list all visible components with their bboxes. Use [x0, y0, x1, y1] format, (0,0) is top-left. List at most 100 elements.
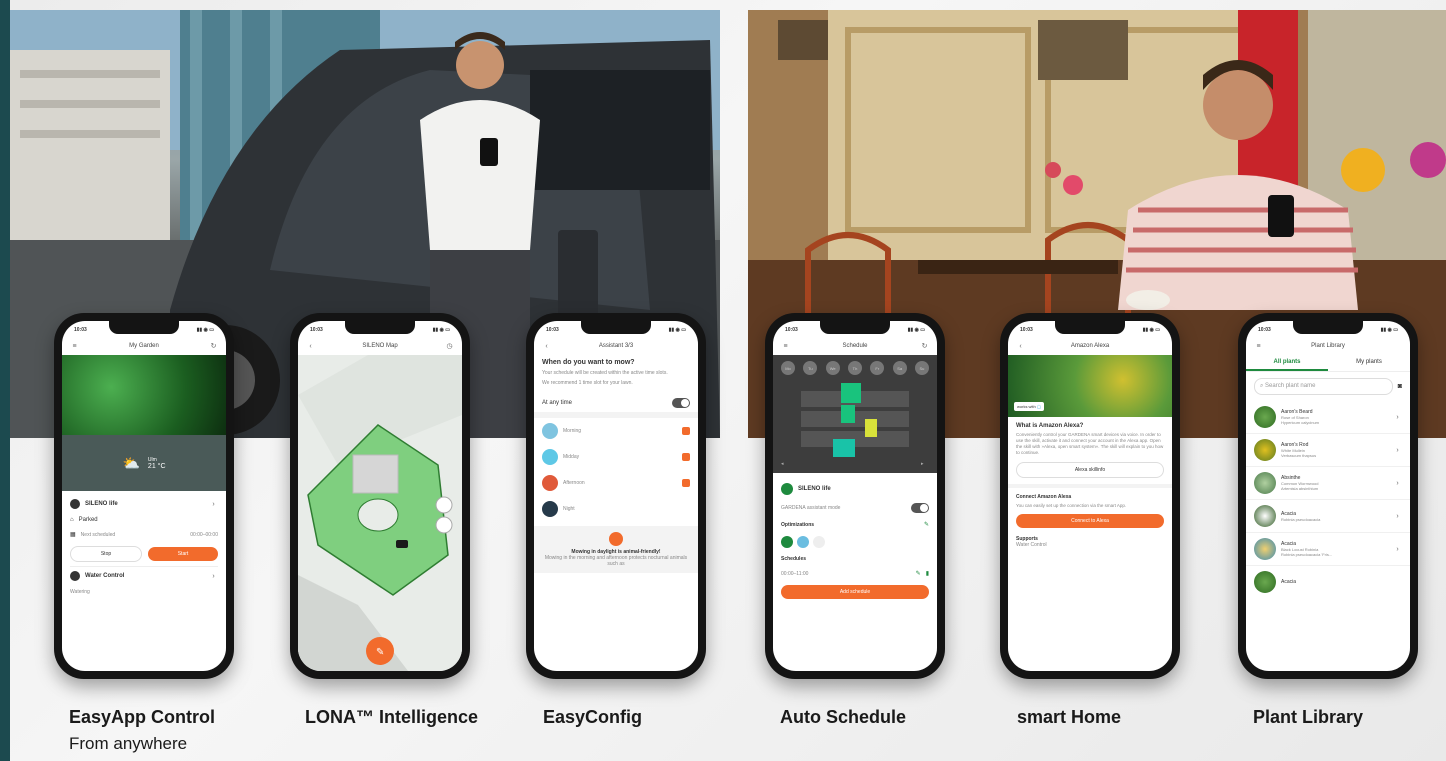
edit-icon[interactable]: ✎	[924, 521, 929, 528]
list-item[interactable]: Aaron's Beard Rose of Sharon Hypericum cal…	[1246, 401, 1410, 434]
plant-thumbnail	[1254, 439, 1276, 461]
weather-temp: 21 °C	[147, 462, 166, 470]
slot-label: Afternoon	[563, 480, 585, 486]
day-chip[interactable]: Sa	[892, 361, 907, 375]
back-icon[interactable]: ‹	[542, 343, 551, 350]
info-text-2: We recommend 1 time slot for your lawn.	[542, 380, 633, 386]
connect-text: You can easily set up the connection via…	[1016, 503, 1127, 509]
slot-midday[interactable]: Midday	[534, 444, 698, 470]
signal-icon: ▮▮ ◉ ▭	[1380, 327, 1398, 333]
screen-title: Assistant 3/3	[598, 343, 634, 349]
sunset-icon	[542, 475, 558, 491]
sunrise-icon	[542, 423, 558, 439]
list-item[interactable]: Acacia Robinia pseudoacacia ›	[1246, 500, 1410, 533]
delete-icon[interactable]: ▮	[926, 570, 929, 577]
chevron-right-icon: ›	[1396, 545, 1399, 553]
connect-alexa-button[interactable]: Connect to Alexa	[1016, 514, 1164, 529]
camera-icon[interactable]: ◙	[1398, 383, 1402, 390]
back-icon[interactable]: ‹	[1016, 343, 1025, 350]
menu-icon[interactable]: ≡	[70, 343, 79, 350]
stop-button[interactable]: Stop	[70, 546, 142, 562]
day-chip[interactable]: Tu	[803, 361, 818, 375]
day-chip[interactable]: We	[825, 361, 840, 375]
slot-afternoon[interactable]: Afternoon	[534, 470, 698, 496]
plant-thumbnail	[1254, 538, 1276, 560]
watering-label: Watering	[70, 589, 90, 595]
caption-auto-schedule: Auto Schedule	[780, 707, 907, 727]
chevron-right-icon: ›	[1396, 413, 1399, 421]
plant-sub1: Robinia pseudoacacia	[1281, 516, 1321, 522]
status-time: 10:03	[1258, 327, 1271, 333]
lawn-map[interactable]: ✎	[298, 355, 462, 671]
day-chip[interactable]: Mo	[781, 361, 795, 375]
add-schedule-button[interactable]: Add schedule	[781, 585, 929, 599]
phone-sileno-map: 10:03 ▮▮ ◉ ▭ ‹ SILENO Map ◷ ✎	[290, 313, 470, 679]
mower-icon	[70, 499, 80, 509]
caption-plant-library: Plant Library	[1253, 707, 1364, 727]
tab-all-plants[interactable]: All plants	[1246, 355, 1328, 371]
edit-icon[interactable]: ✎	[916, 570, 921, 577]
phone-plant-library: 10:03 ▮▮ ◉ ▭ ≡ Plant Library All plants M…	[1238, 313, 1418, 679]
refresh-icon[interactable]: ↻	[209, 342, 218, 350]
device-name: SILENO life	[798, 486, 831, 492]
plant-thumbnail	[1254, 505, 1276, 527]
menu-icon[interactable]: ≡	[1254, 343, 1263, 350]
day-chip[interactable]: Th	[847, 361, 862, 375]
plant-thumbnail	[1254, 406, 1276, 428]
start-button[interactable]: Start	[148, 547, 218, 561]
notch	[1293, 321, 1363, 334]
caption-lona-intelligence: LONA™ Intelligence	[305, 707, 479, 727]
checkbox[interactable]	[682, 427, 690, 435]
alexa-text: Conveniently control your GARDENA smart …	[1016, 432, 1164, 456]
status-time: 10:03	[74, 327, 87, 333]
anytime-toggle[interactable]	[672, 398, 690, 408]
device-row[interactable]: SILENO life ›	[62, 495, 226, 513]
plant-search-input[interactable]: ⌕ Search plant name	[1254, 378, 1393, 395]
day-chip[interactable]: Su	[914, 361, 929, 375]
search-placeholder: Search plant name	[1265, 383, 1316, 389]
screen-amazon-alexa: 10:03 ▮▮ ◉ ▭ ‹ Amazon Alexa works with ◯ …	[1008, 321, 1172, 671]
tip-text: Mowing in the morning and afternoon prot…	[544, 555, 688, 567]
plant-sub2: Hypericum calycinum	[1281, 420, 1320, 425]
slot-label: Night	[563, 506, 575, 512]
schedules-heading: Schedules	[781, 556, 807, 562]
tab-my-plants[interactable]: My plants	[1328, 355, 1410, 371]
clock-icon[interactable]: ◷	[445, 342, 454, 350]
screen-title: SILENO Map	[362, 343, 398, 349]
checkbox[interactable]	[682, 479, 690, 487]
garden-leaf-image	[62, 355, 226, 435]
side-stripe	[0, 0, 10, 761]
menu-icon[interactable]: ≡	[781, 343, 790, 350]
list-item[interactable]: Absinthe Common Wormwood Artemisia absinth…	[1246, 467, 1410, 500]
phone-assistant: 10:03 ▮▮ ◉ ▭ ‹ Assistant 3/3 When do you …	[526, 313, 706, 679]
refresh-icon[interactable]: ↻	[920, 342, 929, 350]
skill-info-button[interactable]: Alexa skillinfo	[1016, 462, 1164, 479]
device-name: SILENO life	[85, 501, 118, 507]
chevron-right-icon: ›	[212, 500, 215, 508]
anytime-label: At any time	[542, 400, 573, 406]
schedule-timeline[interactable]: ◂ ▸	[781, 383, 929, 469]
slot-night[interactable]: Night	[534, 496, 698, 522]
phone-my-garden: 10:03 ▮▮ ◉ ▭ ≡ My Garden ↻ ⛅ Ulm 21 °C SIL…	[54, 313, 234, 679]
option-icon	[781, 536, 793, 548]
checkbox[interactable]	[682, 453, 690, 461]
info-text-1: Your schedule will be created within the…	[542, 370, 668, 376]
list-item[interactable]: Aaron's Rod White Mullein Verbascum thapsu…	[1246, 434, 1410, 467]
water-control-row[interactable]: Water Control ›	[62, 567, 226, 585]
next-label: Next scheduled	[80, 531, 116, 538]
supports-item: Water Control	[1016, 542, 1047, 549]
search-icon: ⌕	[1260, 383, 1264, 389]
chevron-right-icon: ›	[212, 572, 215, 580]
day-chip[interactable]: Fr	[870, 361, 885, 375]
signal-icon: ▮▮ ◉ ▭	[668, 327, 686, 333]
option-icon	[797, 536, 809, 548]
signal-icon: ▮▮ ◉ ▭	[1142, 327, 1160, 333]
caption-easyapp-sub: From anywhere	[69, 734, 188, 753]
screen-my-garden: 10:03 ▮▮ ◉ ▭ ≡ My Garden ↻ ⛅ Ulm 21 °C SIL…	[62, 321, 226, 671]
notch	[345, 321, 415, 334]
back-icon[interactable]: ‹	[306, 343, 315, 350]
list-item[interactable]: Acacia Black Locust Robinia Robinia pseudo…	[1246, 533, 1410, 566]
assist-toggle[interactable]	[911, 503, 929, 513]
slot-morning[interactable]: Morning	[534, 418, 698, 444]
list-item[interactable]: Acacia	[1246, 566, 1410, 598]
